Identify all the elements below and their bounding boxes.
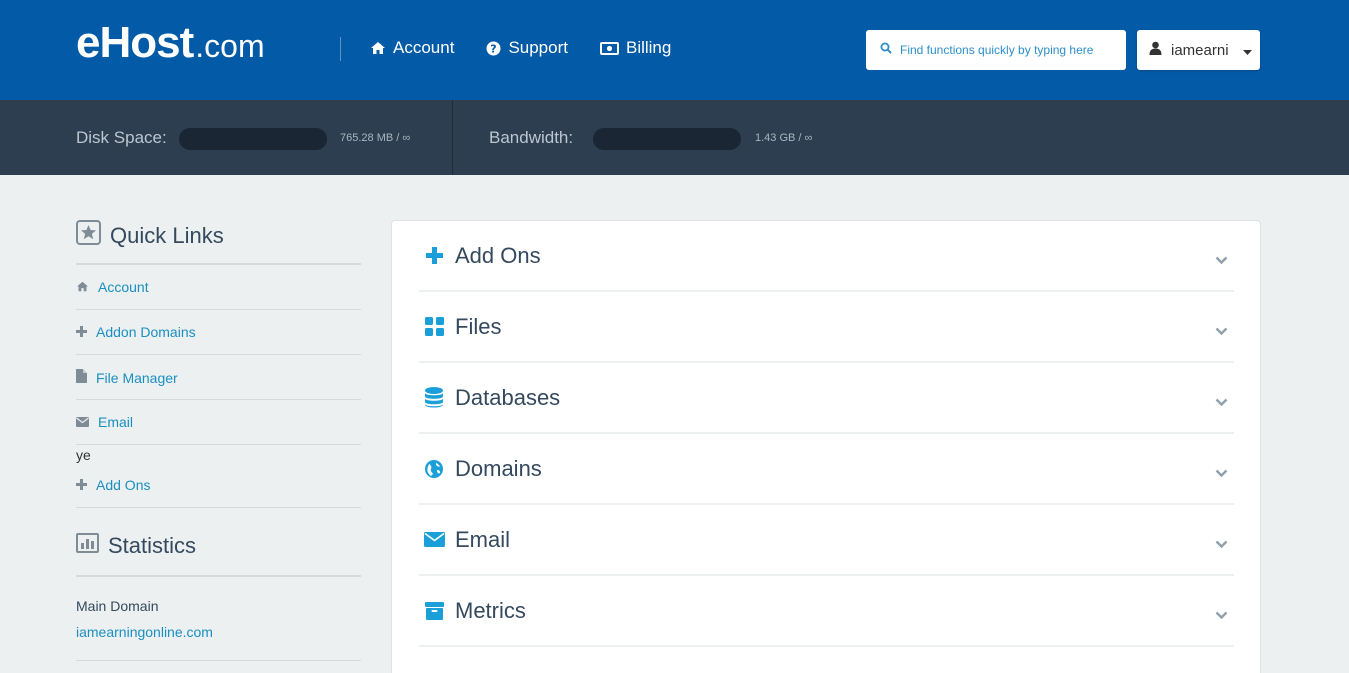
disk-space-value: 765.28 MB / ∞ bbox=[340, 132, 411, 144]
section-metrics[interactable]: Metrics bbox=[419, 576, 1234, 647]
stray-text: ye bbox=[76, 447, 91, 463]
disk-space-meter bbox=[179, 128, 327, 150]
user-menu[interactable]: iamearni bbox=[1137, 30, 1260, 70]
envelope-icon bbox=[423, 532, 445, 547]
section-label: Email bbox=[455, 526, 511, 552]
logo-main: eHost bbox=[76, 18, 194, 67]
sidebar-item-email[interactable]: Email bbox=[76, 414, 133, 430]
nav-account[interactable]: Account bbox=[370, 38, 454, 58]
plus-icon bbox=[76, 324, 87, 340]
statistics-heading: Statistics bbox=[76, 533, 196, 559]
nav-billing-label: Billing bbox=[625, 38, 672, 57]
help-icon: ? bbox=[486, 41, 501, 56]
caret-down-icon bbox=[1242, 42, 1252, 59]
plus-icon bbox=[423, 247, 445, 264]
section-label: Files bbox=[455, 313, 502, 339]
disk-space-label: Disk Space: bbox=[76, 128, 167, 147]
section-add-ons[interactable]: Add Ons bbox=[419, 221, 1234, 292]
chevron-down-icon[interactable] bbox=[1215, 464, 1228, 482]
main-domain-label: Main Domain bbox=[76, 598, 159, 614]
search-input[interactable] bbox=[900, 43, 1120, 57]
chevron-down-icon[interactable] bbox=[1215, 322, 1228, 340]
sidebar-item-file-manager[interactable]: File Manager bbox=[76, 369, 178, 386]
svg-text:?: ? bbox=[491, 42, 497, 55]
nav-billing[interactable]: Billing bbox=[599, 38, 672, 58]
section-label: Domains bbox=[455, 455, 542, 481]
section-domains[interactable]: Domains bbox=[419, 434, 1234, 505]
chevron-down-icon[interactable] bbox=[1215, 535, 1228, 553]
sidebar-item-add-ons[interactable]: Add Ons bbox=[76, 477, 150, 493]
sidebar-item-label: File Manager bbox=[96, 369, 178, 386]
bar-chart-icon bbox=[76, 533, 99, 559]
quick-links-title: Quick Links bbox=[110, 222, 224, 248]
nav-account-label: Account bbox=[393, 38, 455, 57]
function-search[interactable] bbox=[866, 30, 1126, 70]
section-files[interactable]: Files bbox=[419, 292, 1234, 363]
grid-icon bbox=[423, 317, 445, 336]
quick-links-rule bbox=[76, 263, 361, 265]
money-icon bbox=[599, 41, 619, 55]
sidebar-item-addon-domains[interactable]: Addon Domains bbox=[76, 324, 196, 340]
section-email[interactable]: Email bbox=[419, 505, 1234, 576]
sidebar-separator bbox=[76, 309, 361, 310]
database-icon bbox=[423, 387, 445, 408]
sidebar-separator bbox=[76, 444, 361, 445]
username: iamearni bbox=[1171, 41, 1229, 59]
section-databases[interactable]: Databases bbox=[419, 363, 1234, 434]
home-icon bbox=[76, 279, 89, 295]
star-icon bbox=[76, 220, 101, 251]
statistics-title: Statistics bbox=[108, 533, 197, 558]
sidebar-item-label: Add Ons bbox=[96, 477, 151, 493]
section-label: Databases bbox=[455, 384, 561, 410]
features-panel: Add Ons Files Databases Domains Email Me… bbox=[391, 220, 1261, 673]
section-label: Add Ons bbox=[455, 242, 541, 268]
chevron-down-icon[interactable] bbox=[1215, 606, 1228, 624]
sidebar-item-label: Email bbox=[98, 414, 134, 430]
sidebar-item-account[interactable]: Account bbox=[76, 279, 149, 295]
bandwidth-meter bbox=[593, 128, 741, 150]
main-domain-value[interactable]: iamearningonline.com bbox=[76, 624, 213, 640]
section-label: Metrics bbox=[455, 597, 526, 623]
quick-links-heading: Quick Links bbox=[76, 220, 224, 251]
usage-bar: Disk Space: 765.28 MB / ∞ Bandwidth: 1.4… bbox=[0, 100, 1349, 175]
nav-support[interactable]: ? Support bbox=[486, 38, 568, 58]
plus-icon bbox=[76, 477, 87, 493]
file-icon bbox=[76, 369, 87, 386]
user-icon bbox=[1149, 41, 1162, 59]
sidebar-item-label: Addon Domains bbox=[96, 324, 196, 340]
bandwidth-label: Bandwidth: bbox=[489, 128, 574, 147]
archive-icon bbox=[423, 601, 445, 620]
top-header: eHost .com Account ? Support Billing Fin… bbox=[0, 0, 1349, 100]
sidebar-separator bbox=[76, 660, 361, 661]
sidebar-separator bbox=[76, 507, 361, 508]
sidebar-item-label: Account bbox=[98, 279, 149, 295]
search-icon bbox=[880, 41, 892, 59]
home-icon bbox=[370, 41, 386, 55]
sidebar-separator bbox=[76, 354, 361, 355]
nav-support-label: Support bbox=[508, 38, 568, 57]
usage-divider bbox=[452, 100, 453, 175]
globe-icon bbox=[423, 459, 445, 478]
envelope-icon bbox=[76, 414, 89, 430]
bandwidth-value: 1.43 GB / ∞ bbox=[755, 132, 813, 144]
logo-suffix: .com bbox=[195, 28, 265, 64]
chevron-down-icon[interactable] bbox=[1215, 393, 1228, 411]
header-divider bbox=[340, 37, 341, 61]
sidebar-separator bbox=[76, 399, 361, 400]
statistics-rule bbox=[76, 575, 361, 577]
main-nav: Account ? Support Billing bbox=[370, 38, 671, 58]
ehost-logo[interactable]: eHost .com bbox=[76, 18, 265, 68]
chevron-down-icon[interactable] bbox=[1215, 251, 1228, 269]
